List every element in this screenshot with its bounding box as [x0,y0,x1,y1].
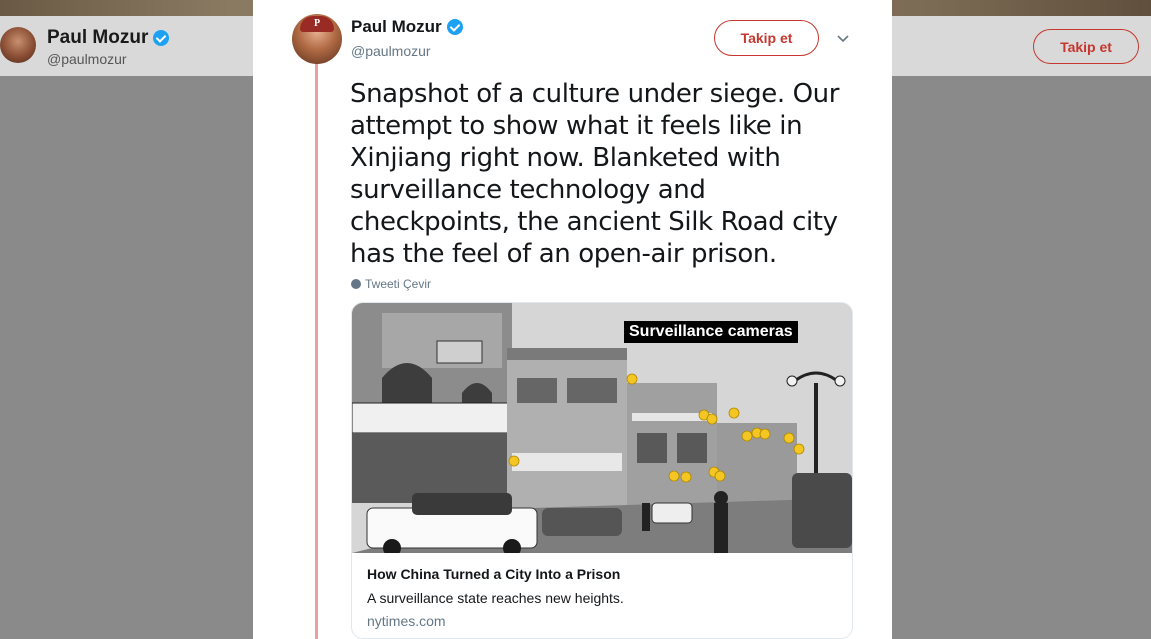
profile-name-text: Paul Mozur [47,27,149,48]
profile-name[interactable]: Paul Mozur [47,27,170,49]
card-image[interactable]: Surveillance cameras [352,303,852,553]
profile-handle: @paulmozur [47,51,127,67]
link-card[interactable]: Surveillance cameras How China Turned a … [351,302,853,639]
author-avatar[interactable]: P [292,14,342,64]
author-name-text: Paul Mozur [351,17,442,36]
tweet-modal: P Paul Mozur @paulmozur Takip et Snapsho… [253,0,892,639]
chevron-down-icon[interactable] [837,32,849,44]
author-handle[interactable]: @paulmozur [351,43,431,59]
verified-badge-icon [446,19,463,35]
thread-line [315,58,318,639]
globe-icon [351,279,361,289]
card-domain: nytimes.com [367,613,446,629]
card-title[interactable]: How China Turned a City Into a Prison [367,566,620,582]
translate-tweet-link[interactable]: Tweeti Çevir [351,277,431,291]
author-name[interactable]: Paul Mozur [351,17,463,37]
avatar-cap: P [300,16,334,32]
verified-badge-icon [153,30,170,46]
profile-follow-button[interactable]: Takip et [1033,29,1139,64]
follow-button[interactable]: Takip et [714,20,819,56]
translate-label: Tweeti Çevir [365,277,432,291]
tweet-text: Snapshot of a culture under siege. Our a… [350,79,840,269]
profile-avatar[interactable] [0,27,36,63]
card-description: A surveillance state reaches new heights… [367,590,624,606]
image-caption: Surveillance cameras [624,321,798,343]
